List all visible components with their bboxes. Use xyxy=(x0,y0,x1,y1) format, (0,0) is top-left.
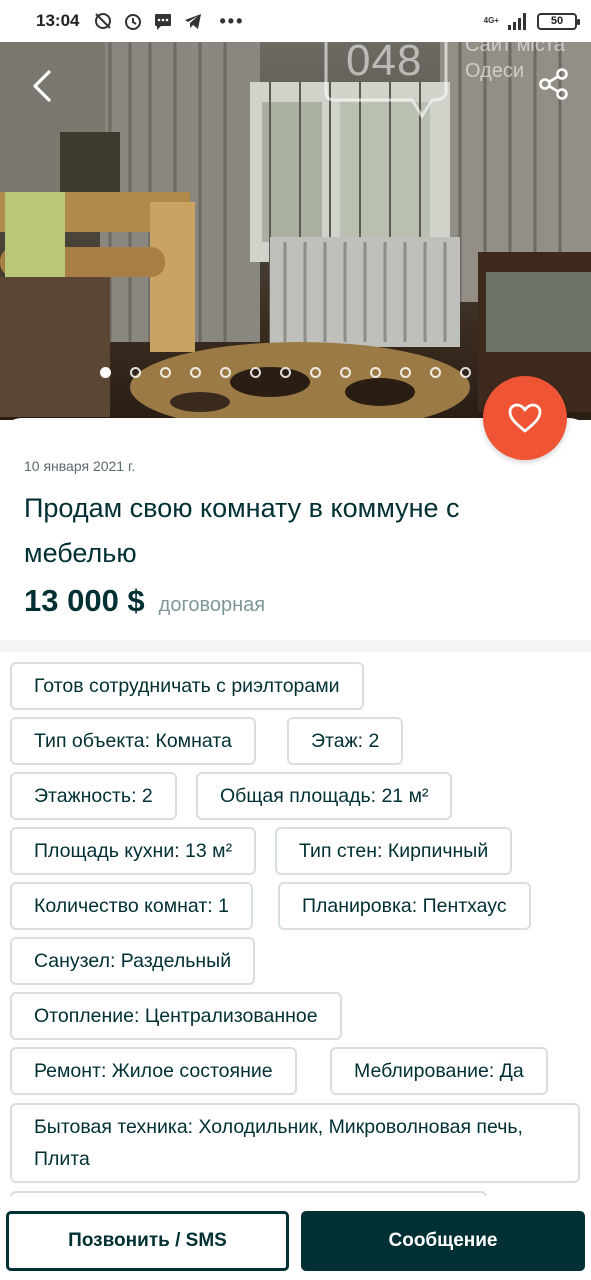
gallery-dot[interactable] xyxy=(220,367,231,378)
gallery-dot[interactable] xyxy=(430,367,441,378)
param-tag: Ремонт: Жилое состояние xyxy=(10,1047,297,1095)
share-button[interactable] xyxy=(534,64,574,104)
gallery-dot[interactable] xyxy=(100,367,111,378)
gallery-dot[interactable] xyxy=(310,367,321,378)
favorite-button[interactable] xyxy=(483,376,567,460)
do-not-disturb-icon xyxy=(95,13,112,29)
bottom-action-bar: Позвонить / SMS Сообщение xyxy=(0,1196,591,1280)
param-tag: Тип объекта: Комната xyxy=(10,717,256,765)
section-divider xyxy=(0,640,591,652)
param-tag: Санузел: Раздельный xyxy=(10,937,256,985)
share-icon xyxy=(539,68,568,100)
param-tag: Готов сотрудничать с риэлторами xyxy=(10,662,364,710)
gallery-dot[interactable] xyxy=(370,367,381,378)
param-tag: Площадь кухни: 13 м² xyxy=(10,827,257,875)
message-icon xyxy=(155,14,172,30)
gallery-dot[interactable] xyxy=(190,367,201,378)
param-tag: Тип стен: Кирпичный xyxy=(275,827,513,875)
param-tag: Количество комнат: 1 xyxy=(10,882,253,930)
gallery-pagination[interactable] xyxy=(100,367,471,378)
status-bar: 13:04 ••• 4G+ 50 xyxy=(0,0,591,42)
back-button[interactable] xyxy=(22,66,62,106)
more-dots-icon: ••• xyxy=(219,10,245,31)
call-sms-button[interactable]: Позвонить / SMS xyxy=(6,1211,289,1271)
battery-icon: 50 xyxy=(537,12,580,30)
message-button[interactable]: Сообщение xyxy=(301,1211,585,1271)
battery-level: 50 xyxy=(550,14,564,27)
gallery-dot[interactable] xyxy=(280,367,291,378)
param-tag: Этаж: 2 xyxy=(287,717,404,765)
watermark-number: 048 xyxy=(346,42,423,85)
listing-photo[interactable]: 048 Сайт міста Одеси xyxy=(0,42,591,420)
price-note: договорная xyxy=(158,594,266,616)
price-row: 13 000 $ договорная xyxy=(24,583,265,619)
gallery-dot[interactable] xyxy=(400,367,411,378)
telegram-icon xyxy=(185,14,202,29)
network-type: 4G+ xyxy=(483,16,499,25)
param-tag: Этажность: 2 xyxy=(10,772,177,820)
gallery-dot[interactable] xyxy=(250,367,261,378)
param-tag: Меблирование: Да xyxy=(330,1047,548,1095)
gallery-dot[interactable] xyxy=(460,367,471,378)
alarm-icon xyxy=(125,14,142,30)
listing-price: 13 000 $ xyxy=(24,583,145,618)
param-tag: Планировка: Пентхаус xyxy=(278,882,531,930)
gallery-dot[interactable] xyxy=(130,367,141,378)
param-tag: Общая площадь: 21 м² xyxy=(196,772,453,820)
heart-icon xyxy=(508,403,542,433)
signal-icon xyxy=(508,13,526,30)
param-tag: Бытовая техника: Холодильник, Микроволно… xyxy=(10,1103,580,1183)
gallery-dot[interactable] xyxy=(160,367,171,378)
back-arrow-icon xyxy=(33,70,51,102)
param-tag: Отопление: Централизованное xyxy=(10,992,342,1040)
listing-date: 10 января 2021 г. xyxy=(24,458,136,474)
gallery-dot[interactable] xyxy=(340,367,351,378)
status-time: 13:04 xyxy=(36,11,80,30)
listing-title: Продам свою комнату в коммуне с мебелью xyxy=(24,493,460,568)
